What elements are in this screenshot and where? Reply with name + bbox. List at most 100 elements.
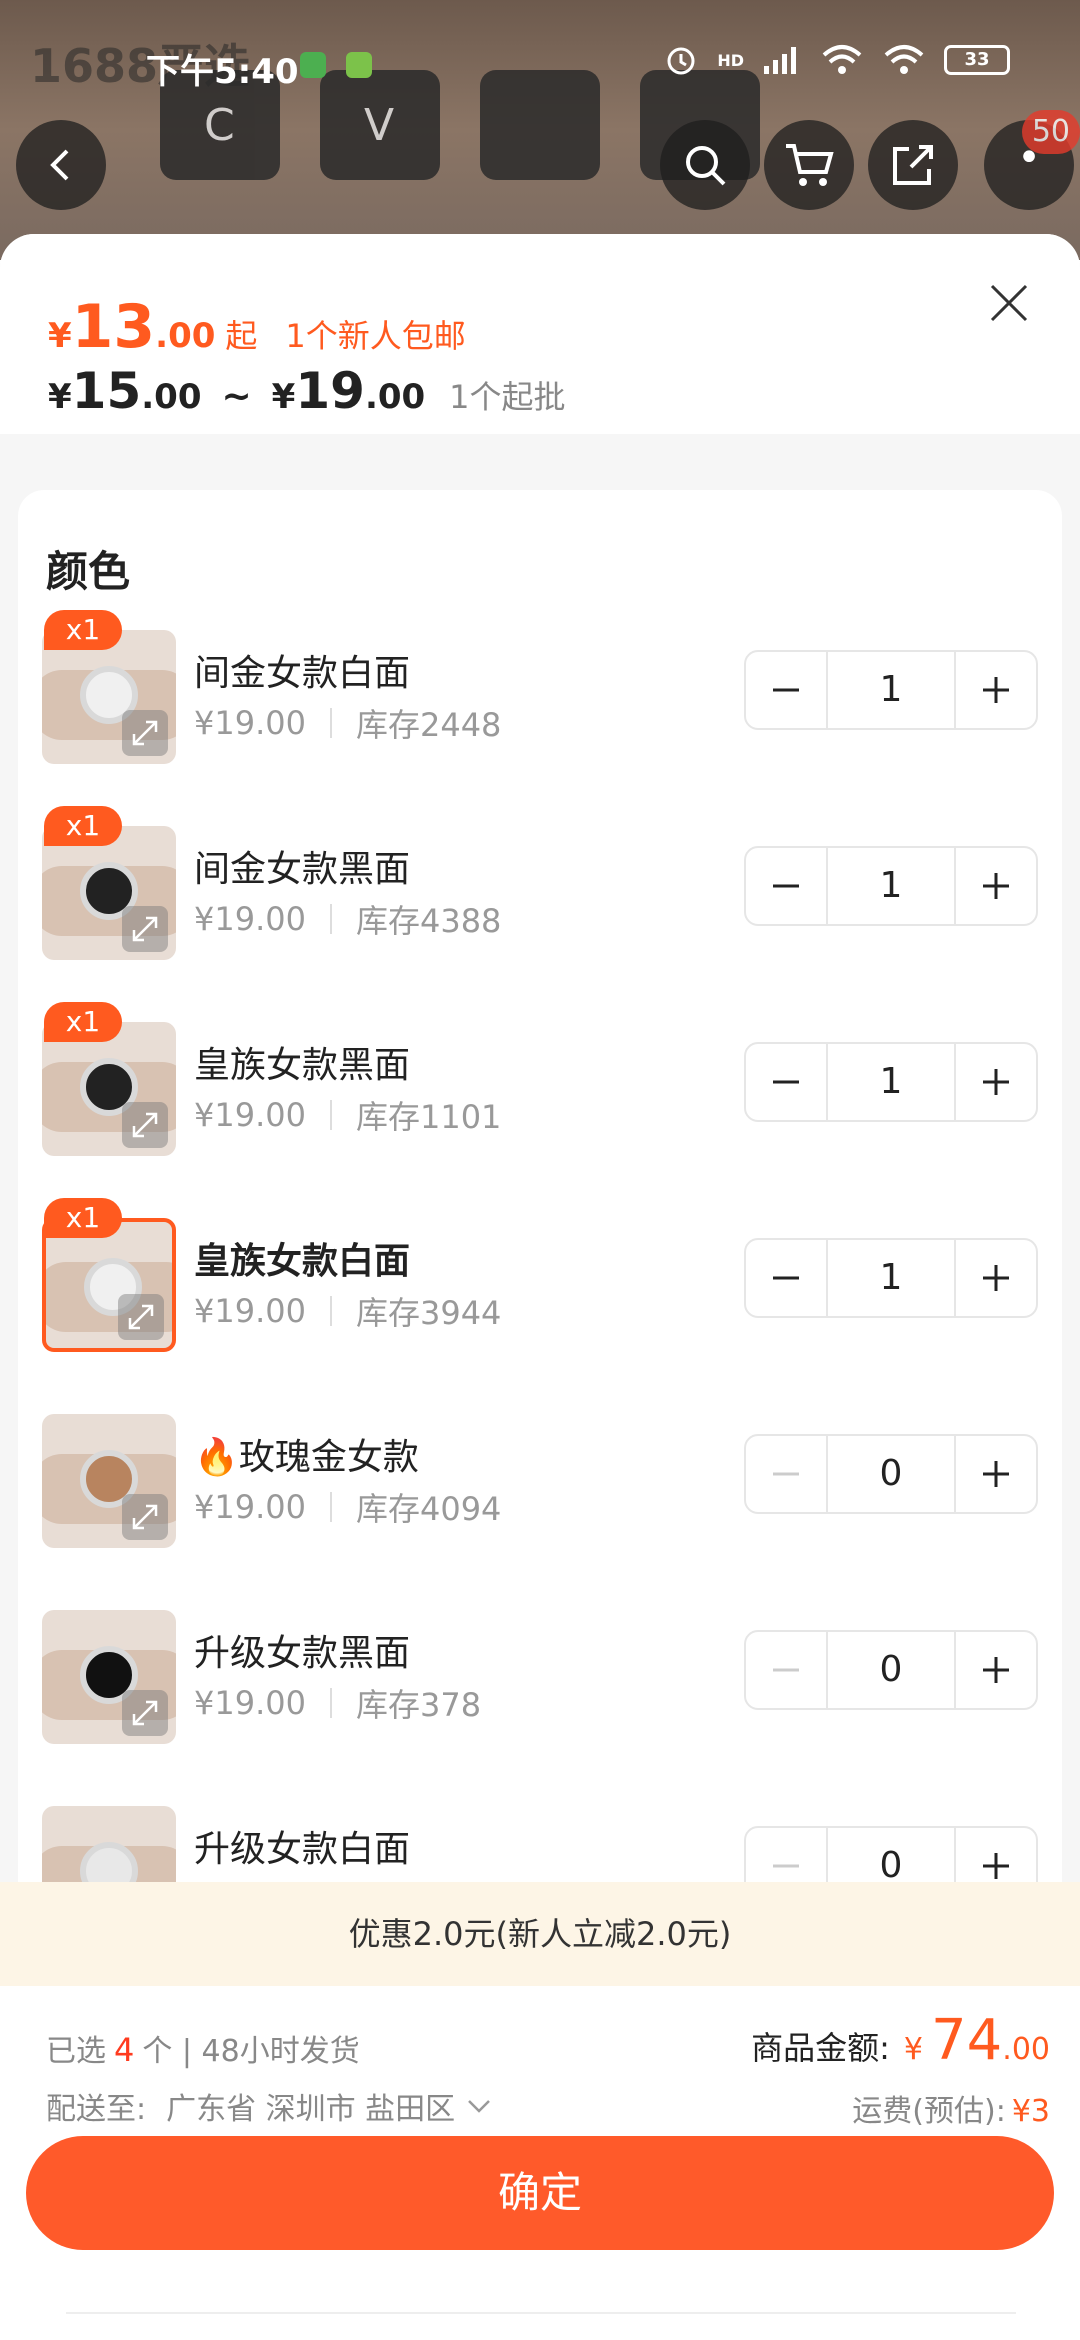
expand-icon[interactable] xyxy=(122,1690,168,1736)
increment-button[interactable] xyxy=(956,1632,1036,1708)
variant-name: 皇族女款黑面 xyxy=(194,1045,411,1086)
plus-icon xyxy=(983,1069,1009,1095)
variant-thumbnail[interactable] xyxy=(42,1218,176,1352)
section-title: 颜色 xyxy=(46,547,131,596)
variant-name: 皇族女款白面 xyxy=(194,1241,411,1282)
battery-icon: 33 xyxy=(944,45,1010,75)
increment-button[interactable] xyxy=(956,1240,1036,1316)
quantity-stepper: 0 xyxy=(744,1630,1038,1710)
expand-icon[interactable] xyxy=(122,906,168,952)
decrement-button[interactable] xyxy=(746,1632,826,1708)
share-icon xyxy=(893,145,933,185)
minus-icon xyxy=(773,1864,799,1868)
variant-meta: ¥19.00 库存4094 xyxy=(194,1484,501,1530)
variant-price: ¥19.00 xyxy=(194,900,306,938)
increment-button[interactable] xyxy=(956,1044,1036,1120)
expand-arrows-icon xyxy=(132,1112,158,1138)
divider xyxy=(329,1296,332,1326)
quantity-badge: x1 xyxy=(44,806,122,846)
variant-thumbnail[interactable] xyxy=(42,1610,176,1744)
chevron-down-icon xyxy=(468,2100,491,2113)
plus-icon xyxy=(983,1265,1009,1291)
quantity-stepper: 0 xyxy=(744,1434,1038,1514)
decrement-button[interactable] xyxy=(746,1044,826,1120)
variant-row[interactable]: x1 皇族女款黑面 ¥19.00 库存1101 1 xyxy=(18,1002,1062,1162)
variant-name: 🔥玫瑰金女款 xyxy=(194,1437,419,1478)
decrement-button[interactable] xyxy=(746,1436,826,1512)
expand-arrows-icon xyxy=(132,1700,158,1726)
variant-row[interactable]: x1 间金女款白面 ¥19.00 库存2448 1 xyxy=(18,610,1062,770)
plus-icon xyxy=(983,677,1009,703)
search-button[interactable] xyxy=(660,120,750,210)
variant-thumbnail[interactable] xyxy=(42,1022,176,1156)
decrement-button[interactable] xyxy=(746,848,826,924)
min-order-text: 1个起批 xyxy=(449,378,566,416)
divider xyxy=(329,1492,332,1522)
variant-row[interactable]: x1 间金女款黑面 ¥19.00 库存4388 1 xyxy=(18,806,1062,966)
more-button[interactable]: • 50 xyxy=(984,110,1080,210)
shipping-address[interactable]: 配送至: 广东省 深圳市 盐田区 xyxy=(46,2084,493,2128)
increment-button[interactable] xyxy=(956,652,1036,728)
variant-name: 间金女款白面 xyxy=(194,653,411,694)
selected-count: 4 xyxy=(114,2031,135,2069)
wifi-icon xyxy=(884,45,924,74)
quantity-badge: x1 xyxy=(44,1198,122,1238)
increment-button[interactable] xyxy=(956,848,1036,924)
minus-icon xyxy=(773,688,799,692)
variant-stock: 库存4388 xyxy=(355,902,502,940)
quantity-stepper: 1 xyxy=(744,1042,1038,1122)
status-icons: HD 33 xyxy=(663,42,1010,78)
shipping-fee: 运费(预估): ¥3 xyxy=(852,2094,1050,2129)
wifi-icon xyxy=(822,45,862,74)
variant-price: ¥19.00 xyxy=(194,704,306,742)
minus-icon xyxy=(773,884,799,888)
confirm-button[interactable]: 确定 xyxy=(26,2136,1054,2250)
increment-button[interactable] xyxy=(956,1436,1036,1512)
variant-thumbnail[interactable] xyxy=(42,1414,176,1548)
variant-meta: ¥19.00 库存4388 xyxy=(194,896,501,942)
variant-meta: ¥19.00 库存378 xyxy=(194,1680,481,1726)
decrement-button[interactable] xyxy=(746,1240,826,1316)
home-indicator xyxy=(66,2312,1016,2314)
variant-thumbnail[interactable] xyxy=(42,630,176,764)
new-user-tag: 1个新人包邮 xyxy=(285,317,466,355)
variant-thumbnail[interactable] xyxy=(42,826,176,960)
price-header: ¥ 13 .00 起 1个新人包邮 ¥ 15 .00 ~ ¥ 19 .00 1个… xyxy=(0,234,1080,434)
variant-row[interactable]: 升级女款黑面 ¥19.00 库存378 0 xyxy=(18,1610,1062,1750)
minus-icon xyxy=(773,1080,799,1084)
discount-banner: 优惠2.0元(新人立减2.0元) xyxy=(0,1882,1080,1986)
variant-stock: 库存2448 xyxy=(355,706,502,744)
quantity-value[interactable]: 1 xyxy=(826,848,956,924)
minus-icon xyxy=(773,1668,799,1672)
variant-row[interactable]: x1 皇族女款白面 ¥19.00 库存3944 1 xyxy=(18,1198,1062,1358)
cart-button[interactable] xyxy=(764,120,854,210)
close-button[interactable] xyxy=(982,276,1036,330)
expand-icon[interactable] xyxy=(122,1102,168,1148)
status-bar: 下午5:40 HD 33 xyxy=(0,0,1080,130)
expand-icon[interactable] xyxy=(118,1294,164,1340)
variant-stock: 库存378 xyxy=(355,1686,482,1724)
back-button[interactable] xyxy=(16,120,106,210)
divider xyxy=(329,1100,332,1130)
promo-price: ¥ 13 .00 起 1个新人包邮 xyxy=(48,292,466,362)
selected-summary: 已选 4 个 | 48小时发货 xyxy=(46,2031,360,2069)
decrement-button[interactable] xyxy=(746,652,826,728)
plus-icon xyxy=(983,1657,1009,1683)
expand-arrows-icon xyxy=(128,1304,154,1330)
expand-icon[interactable] xyxy=(122,710,168,756)
quantity-value[interactable]: 1 xyxy=(826,1044,956,1120)
quantity-value[interactable]: 0 xyxy=(826,1632,956,1708)
minus-icon xyxy=(773,1472,799,1476)
variant-price: ¥19.00 xyxy=(194,1096,306,1134)
order-footer: 已选 4 个 | 48小时发货 商品金额: ¥ 74 .00 配送至: 广东省 深圳… xyxy=(0,1986,1080,2340)
quantity-value[interactable]: 1 xyxy=(826,1240,956,1316)
variant-row[interactable]: 🔥玫瑰金女款 ¥19.00 库存4094 0 xyxy=(18,1414,1062,1554)
variant-meta: ¥19.00 库存3944 xyxy=(194,1288,501,1334)
quantity-value[interactable]: 1 xyxy=(826,652,956,728)
chevron-left-icon xyxy=(50,149,69,181)
total-amount: 商品金额: ¥ 74 .00 xyxy=(751,2008,1050,2073)
expand-icon[interactable] xyxy=(122,1494,168,1540)
quantity-stepper: 1 xyxy=(744,650,1038,730)
share-button[interactable] xyxy=(868,120,958,210)
quantity-value[interactable]: 0 xyxy=(826,1436,956,1512)
